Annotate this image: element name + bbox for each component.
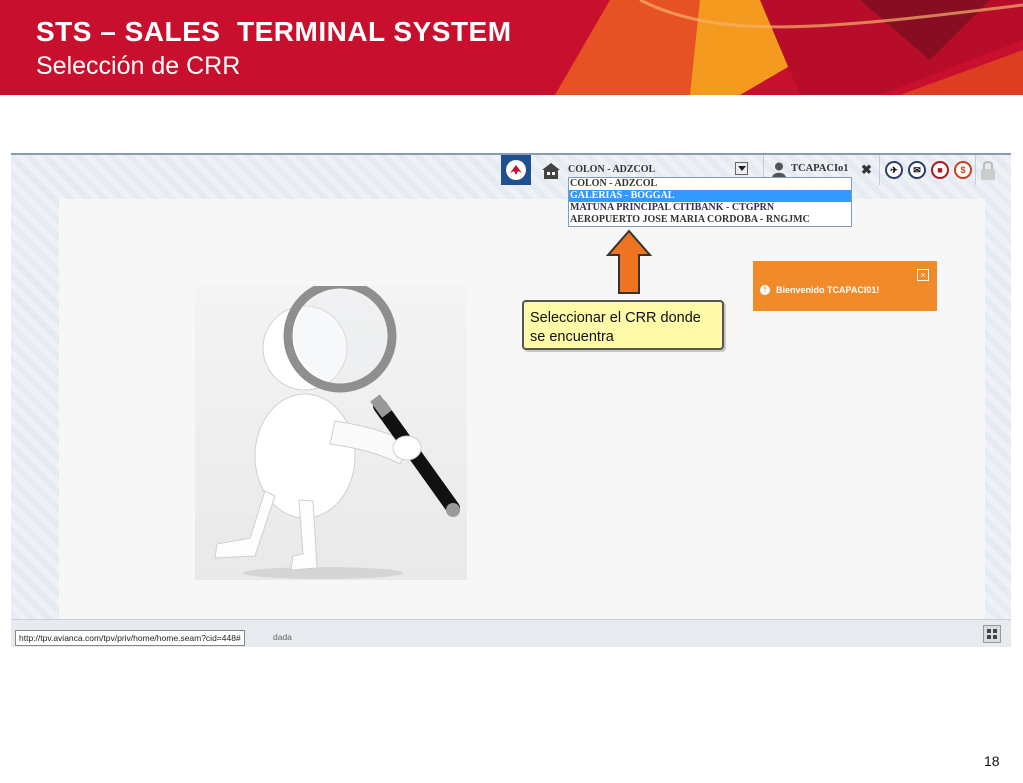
toast-message: Bienvenido TCAPACI01! — [776, 285, 880, 295]
slide-subtitle: Selección de CRR — [36, 52, 241, 80]
page-number: 18 — [984, 753, 1000, 769]
status-text: dada — [273, 632, 292, 642]
mail-icon[interactable]: ✉ — [908, 161, 926, 179]
status-url: http://tpv.avianca.com/tpv/priv/home/hom… — [15, 630, 245, 646]
slide-header: STS – SALES TERMINAL SYSTEM Selección de… — [0, 0, 1023, 95]
airline-logo-icon[interactable] — [501, 155, 531, 185]
user-icon — [772, 162, 786, 178]
welcome-toast: × ! Bienvenido TCAPACI01! — [753, 261, 937, 311]
lock-icon[interactable] — [979, 159, 997, 181]
bag-icon[interactable]: ■ — [931, 161, 949, 179]
info-icon: ! — [760, 285, 770, 295]
crr-option[interactable]: MATUNA PRINCIPAL CITIBANK - CTGPRN — [569, 202, 851, 214]
close-icon[interactable]: ✖ — [861, 163, 872, 177]
dollar-icon[interactable]: $ — [954, 161, 972, 179]
crr-option[interactable]: AEROPUERTO JOSE MARIA CORDOBA - RNGJMC — [569, 214, 851, 226]
instruction-callout: Seleccionar el CRR donde se encuentra — [522, 300, 724, 350]
chevron-down-icon[interactable] — [735, 162, 748, 175]
close-icon[interactable]: × — [917, 269, 929, 281]
crr-option-selected[interactable]: GALERIAS - BOGGAL — [569, 190, 851, 202]
magnifier-illustration — [195, 279, 467, 580]
crr-dropdown-list[interactable]: COLON - ADZCOL GALERIAS - BOGGAL MATUNA … — [568, 177, 852, 227]
crr-select[interactable]: COLON - ADZCOL — [568, 162, 748, 178]
user-name: TCAPACIo1 — [791, 163, 849, 174]
app-window: COLON - ADZCOL TCAPACIo1 ✖ ✈ ✉ ■ $ COLON… — [11, 153, 1011, 647]
crr-option[interactable]: COLON - ADZCOL — [569, 178, 851, 190]
status-bar: http://tpv.avianca.com/tpv/priv/home/hom… — [11, 619, 1011, 647]
ticket-icon[interactable]: ✈ — [885, 161, 903, 179]
grid-icon[interactable] — [983, 625, 1001, 643]
home-icon[interactable] — [540, 161, 562, 181]
arrow-up-icon — [606, 229, 652, 294]
slide-title: STS – SALES TERMINAL SYSTEM — [36, 16, 512, 47]
